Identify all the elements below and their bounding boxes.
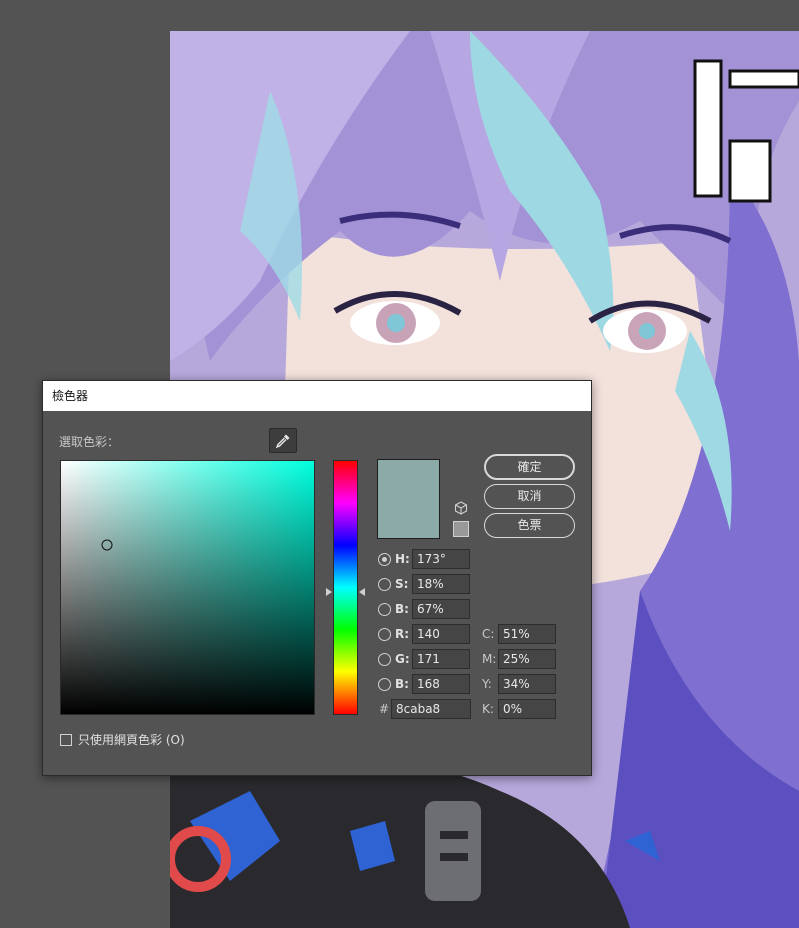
- brightness-label: B:: [395, 602, 409, 616]
- magenta-row: M: 25%: [482, 649, 556, 669]
- websafe-checkbox[interactable]: [60, 733, 72, 746]
- hue-slider-handle-left[interactable]: [326, 588, 332, 597]
- blue-label: B:: [395, 677, 409, 691]
- hex-label: #: [379, 702, 390, 716]
- dialog-title: 檢色器: [43, 381, 591, 411]
- cyan-input[interactable]: 51%: [498, 624, 556, 644]
- green-radio[interactable]: [378, 652, 391, 666]
- cancel-button[interactable]: 取消: [484, 484, 575, 509]
- magenta-input[interactable]: 25%: [498, 649, 556, 669]
- hue-slider[interactable]: [333, 460, 358, 715]
- green-input[interactable]: 171: [412, 649, 470, 669]
- websafe-label: 只使用網頁色彩 (O): [78, 733, 185, 747]
- green-row: G: 171: [378, 649, 470, 669]
- yellow-row: Y: 34%: [482, 674, 556, 694]
- brightness-radio[interactable]: [378, 602, 391, 616]
- red-input[interactable]: 140: [412, 624, 470, 644]
- hue-label: H:: [395, 552, 410, 566]
- blue-radio[interactable]: [378, 677, 391, 691]
- blue-input[interactable]: 168: [412, 674, 470, 694]
- select-color-label: 選取色彩：: [59, 435, 120, 449]
- hue-radio[interactable]: [378, 552, 391, 566]
- black-row: K: 0%: [482, 699, 556, 719]
- saturation-brightness-field[interactable]: [60, 460, 315, 715]
- eyedropper-icon: [275, 434, 290, 448]
- green-label: G:: [395, 652, 410, 666]
- magenta-label: M:: [482, 652, 497, 666]
- brightness-row: B: 67%: [378, 599, 470, 619]
- cyan-row: C: 51%: [482, 624, 556, 644]
- color-swatches-button[interactable]: 色票: [484, 513, 575, 538]
- black-label: K:: [482, 702, 494, 716]
- hue-row: H: 173°: [378, 549, 470, 569]
- yellow-input[interactable]: 34%: [498, 674, 556, 694]
- saturation-row: S: 18%: [378, 574, 470, 594]
- hue-input[interactable]: 173°: [412, 549, 470, 569]
- eyedropper-button[interactable]: [269, 428, 297, 453]
- red-radio[interactable]: [378, 627, 391, 641]
- brightness-input[interactable]: 67%: [412, 599, 470, 619]
- red-row: R: 140: [378, 624, 470, 644]
- red-label: R:: [395, 627, 410, 641]
- color-picker-dialog: 檢色器 選取色彩： 確定 取消 色票 H: 173° S: 18% B: 67%: [42, 380, 592, 776]
- saturation-radio[interactable]: [378, 577, 391, 591]
- saturation-label: S:: [395, 577, 409, 591]
- cyan-label: C:: [482, 627, 495, 641]
- yellow-label: Y:: [482, 677, 492, 691]
- saturation-input[interactable]: 18%: [412, 574, 470, 594]
- color-marker[interactable]: [101, 539, 113, 551]
- ok-button[interactable]: 確定: [484, 454, 575, 480]
- hex-input[interactable]: 8caba8: [391, 699, 471, 719]
- websafe-color-swatch[interactable]: [453, 521, 469, 537]
- current-color-swatch: [377, 459, 440, 539]
- websafe-cube-icon[interactable]: [454, 501, 468, 515]
- hex-row: # 8caba8: [378, 699, 471, 719]
- websafe-option[interactable]: 只使用網頁色彩 (O): [60, 731, 185, 748]
- hue-slider-handle-right[interactable]: [359, 588, 365, 597]
- blue-row: B: 168: [378, 674, 470, 694]
- black-input[interactable]: 0%: [498, 699, 556, 719]
